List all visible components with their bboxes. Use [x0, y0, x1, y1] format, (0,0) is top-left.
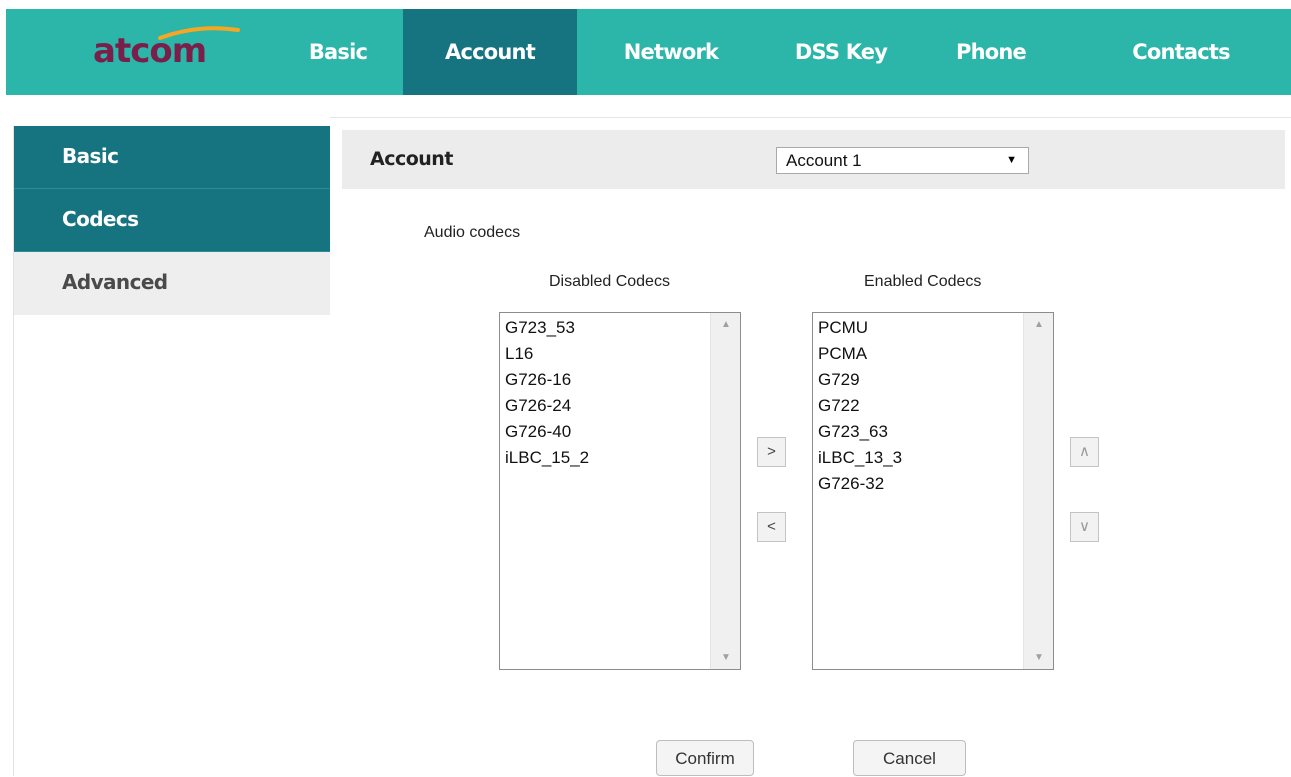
scroll-up-icon[interactable]: ▲: [1034, 319, 1044, 330]
atcom-logo: atcom: [93, 31, 207, 71]
codec-option[interactable]: G729: [818, 367, 902, 393]
top-nav-bar: atcom Basic Account Network DSS Key Phon…: [6, 9, 1291, 95]
nav-tab-network[interactable]: Network: [596, 9, 746, 95]
codec-option[interactable]: PCMU: [818, 315, 902, 341]
disabled-codecs-list: G723_53 L16 G726-16 G726-24 G726-40 iLBC…: [505, 315, 589, 471]
codec-option[interactable]: iLBC_13_3: [818, 445, 902, 471]
disabled-codecs-listbox[interactable]: G723_53 L16 G726-16 G726-24 G726-40 iLBC…: [499, 312, 741, 670]
move-down-button[interactable]: ∨: [1070, 512, 1099, 542]
move-right-button[interactable]: >: [757, 437, 786, 467]
disabled-list-scrollbar[interactable]: ▲ ▼: [710, 313, 740, 669]
scroll-down-icon[interactable]: ▼: [1034, 652, 1044, 663]
codec-option[interactable]: G723_53: [505, 315, 589, 341]
codec-option[interactable]: G726-32: [818, 471, 902, 497]
account-select[interactable]: Account 1 ▼: [776, 147, 1029, 174]
nav-tab-dss-key[interactable]: DSS Key: [771, 9, 911, 95]
codec-option[interactable]: G726-24: [505, 393, 589, 419]
sidebar-item-codecs[interactable]: Codecs: [14, 189, 330, 252]
audio-codecs-label: Audio codecs: [424, 224, 521, 241]
codec-option[interactable]: G726-16: [505, 367, 589, 393]
codec-option[interactable]: G723_63: [818, 419, 902, 445]
chevron-down-icon: ▼: [1006, 154, 1017, 166]
sidebar-item-basic[interactable]: Basic: [14, 126, 330, 189]
confirm-button[interactable]: Confirm: [656, 740, 754, 776]
nav-tab-phone[interactable]: Phone: [936, 9, 1046, 95]
scroll-down-icon[interactable]: ▼: [721, 652, 731, 663]
cancel-button[interactable]: Cancel: [853, 740, 966, 776]
codec-option[interactable]: G726-40: [505, 419, 589, 445]
codec-option[interactable]: iLBC_15_2: [505, 445, 589, 471]
account-bar: Account Account 1 ▼: [342, 130, 1285, 189]
codec-option[interactable]: PCMA: [818, 341, 902, 367]
content-divider: [330, 117, 1291, 118]
disabled-codecs-title: Disabled Codecs: [549, 273, 670, 290]
enabled-codecs-list: PCMU PCMA G729 G722 G723_63 iLBC_13_3 G7…: [818, 315, 902, 497]
enabled-codecs-listbox[interactable]: PCMU PCMA G729 G722 G723_63 iLBC_13_3 G7…: [812, 312, 1054, 670]
nav-tab-basic[interactable]: Basic: [289, 9, 387, 95]
nav-tab-account[interactable]: Account: [403, 9, 577, 95]
account-label: Account: [370, 148, 453, 170]
enabled-codecs-title: Enabled Codecs: [864, 273, 982, 290]
nav-tab-contacts[interactable]: Contacts: [1106, 9, 1256, 95]
sidebar-item-advanced[interactable]: Advanced: [14, 252, 330, 315]
enabled-list-scrollbar[interactable]: ▲ ▼: [1023, 313, 1053, 669]
sidebar: Basic Codecs Advanced: [13, 126, 330, 776]
move-up-button[interactable]: ∧: [1070, 437, 1099, 467]
scroll-up-icon[interactable]: ▲: [721, 319, 731, 330]
codec-option[interactable]: G722: [818, 393, 902, 419]
account-select-value: Account 1: [786, 151, 862, 170]
move-left-button[interactable]: <: [757, 512, 786, 542]
codec-option[interactable]: L16: [505, 341, 589, 367]
